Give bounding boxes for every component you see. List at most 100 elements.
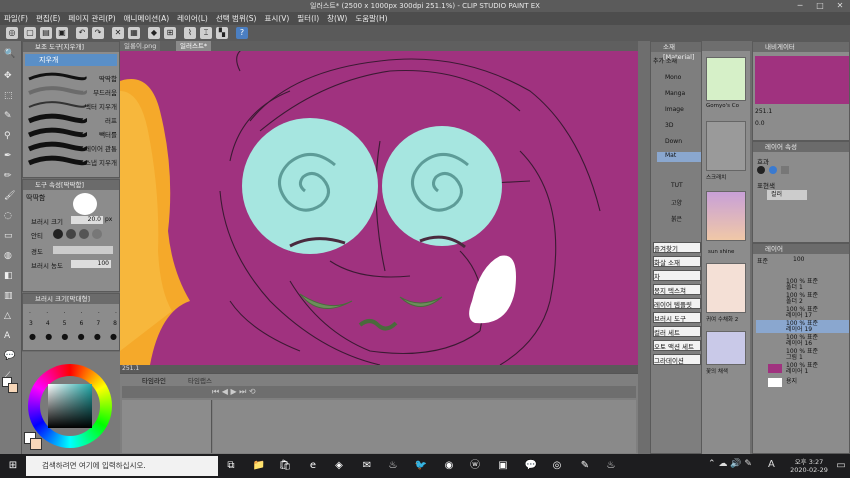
brush-item[interactable]: 러프 [25, 112, 119, 126]
tab-timeline[interactable]: 타임라인 [142, 375, 166, 385]
new-file-icon[interactable]: ▢ [24, 27, 36, 39]
taskbar-time[interactable]: 오후 3:27 [784, 456, 834, 466]
canvas[interactable] [120, 51, 638, 365]
menu-help[interactable]: 도움말(H) [351, 12, 391, 25]
mail-icon[interactable]: ✉ [358, 457, 376, 475]
file-explorer-icon[interactable]: 📁 [250, 457, 268, 475]
sub-color-swatch-small[interactable] [8, 383, 18, 393]
zoom-tool-icon[interactable]: 🔍 [4, 49, 18, 61]
steam-icon-2[interactable]: ♨ [602, 457, 620, 475]
brush-size-values[interactable]: 345678 [29, 320, 117, 328]
sub-color-swatch[interactable] [30, 438, 42, 450]
material-thumb[interactable] [706, 57, 746, 101]
brush-item[interactable]: 벡터 지우개 [25, 98, 119, 112]
fill-tool-icon[interactable]: ◧ [4, 271, 18, 283]
material-thumb[interactable] [706, 191, 746, 241]
navigator-angle[interactable]: 0.0 [755, 120, 849, 128]
airbrush-tool-icon[interactable]: ◌ [4, 211, 18, 223]
layer-row[interactable]: 100 % 표준 그림 1 [756, 348, 849, 361]
brush-item[interactable]: 딱딱함 [25, 70, 119, 84]
ime-indicator[interactable]: A [768, 459, 775, 470]
material-tree-item[interactable]: 3D [665, 122, 673, 129]
saturation-value-square[interactable] [48, 384, 92, 428]
blend-mode-select[interactable]: 표준 [757, 256, 787, 265]
text-tool-icon[interactable]: A [4, 331, 18, 343]
material-tree-item[interactable]: Mono [665, 74, 681, 81]
material-thumb[interactable] [706, 331, 746, 365]
notification-icon[interactable]: ▭ [834, 457, 848, 475]
tab-timelapse[interactable]: 타임랩스 [188, 375, 212, 385]
close-button[interactable]: ✕ [830, 0, 850, 12]
menu-selection[interactable]: 선택 범위(S) [212, 12, 261, 25]
menu-layer[interactable]: 레이어(L) [173, 12, 212, 25]
clip-studio-icon[interactable]: ◎ [548, 457, 566, 475]
store-icon[interactable]: 🛍 [276, 457, 294, 475]
open-icon[interactable]: ▤ [40, 27, 52, 39]
brush-item[interactable]: 빽터를 [25, 126, 119, 140]
expression-color-select[interactable]: 컬러 [767, 190, 807, 200]
layer-row-selected[interactable]: 100 % 표준 레이어 19 [756, 320, 849, 333]
navigator-preview[interactable] [755, 56, 849, 104]
antialias-options[interactable] [53, 229, 113, 239]
layer-row[interactable]: 100 % 표준 레이어 1 [756, 362, 849, 375]
grid-icon[interactable]: ▚ [216, 27, 228, 39]
menu-file[interactable]: 파일(F) [0, 12, 32, 25]
menu-page[interactable]: 페이지 관리(P) [64, 12, 119, 25]
brush-size-slider[interactable]: 20.0 [71, 216, 103, 224]
app-icon-2[interactable]: ▣ [494, 457, 512, 475]
task-view-icon[interactable]: ⧉ [222, 457, 240, 475]
taskbar-date[interactable]: 2020-02-29 [784, 466, 834, 474]
menu-window[interactable]: 창(W) [323, 12, 351, 25]
eraser-tool-icon[interactable]: ▭ [4, 231, 18, 243]
app-icon[interactable]: ◈ [330, 457, 348, 475]
taskbar-search-box[interactable]: 검색하려면 여기에 입력하십시오. [26, 456, 218, 476]
save-icon[interactable]: ▣ [56, 27, 68, 39]
timeline-controls[interactable]: ⏮ ◀ ▶ ⏭ ⟲ [212, 387, 256, 397]
brush-item[interactable]: 스냅 지우개 [25, 154, 119, 168]
snap-icon[interactable]: ⌇ [184, 27, 196, 39]
material-tree-item[interactable]: Manga [665, 90, 685, 97]
pen-tool-icon[interactable]: ✒ [4, 151, 18, 163]
twitter-icon[interactable]: 🐦 [412, 457, 430, 475]
material-tree-item[interactable]: 추가 소재 [653, 56, 701, 68]
category-button[interactable]: 그라데이션 [653, 354, 701, 365]
select-tool-icon[interactable]: ⬚ [4, 91, 18, 103]
category-button[interactable]: 오토 액션 세트 [653, 340, 701, 351]
chrome-icon[interactable]: ◉ [440, 457, 458, 475]
category-button[interactable]: 차 [653, 270, 701, 281]
navigator-zoom[interactable]: 251.1 [755, 108, 849, 116]
minimize-button[interactable]: ─ [790, 0, 810, 12]
tab-image[interactable]: 일롱이.png [120, 41, 161, 51]
web-icon[interactable]: ⓦ [466, 457, 484, 475]
material-tree-item[interactable]: 붉은 [671, 214, 682, 223]
material-thumb[interactable] [706, 121, 746, 171]
menu-edit[interactable]: 편집(E) [32, 12, 64, 25]
category-button[interactable]: 화살 소재 [653, 256, 701, 267]
help-icon[interactable]: ? [236, 27, 248, 39]
pencil-tool-icon[interactable]: ✏ [4, 171, 18, 183]
brush-size-dots-row-2[interactable]: ● ● ● ● ● ● [29, 332, 117, 342]
material-tree-item[interactable]: Down [665, 138, 682, 145]
active-tool-label[interactable]: 지우개 [25, 54, 117, 66]
deselect-icon[interactable]: ▦ [128, 27, 140, 39]
balloon-tool-icon[interactable]: 💬 [4, 351, 18, 363]
clear-icon[interactable]: ✕ [112, 27, 124, 39]
zoom-readout[interactable]: 251.1 [120, 365, 139, 372]
blend-tool-icon[interactable]: ◍ [4, 251, 18, 263]
windows-start-icon[interactable]: ⊞ [4, 457, 22, 475]
material-thumb[interactable] [706, 263, 746, 313]
ruler-icon[interactable]: ⌶ [200, 27, 212, 39]
category-button[interactable]: 컬러 세트 [653, 326, 701, 337]
layer-row[interactable]: 용지 [756, 376, 849, 389]
menu-animation[interactable]: 애니메이션(A) [120, 12, 173, 25]
category-button[interactable]: 브러시 도구 [653, 312, 701, 323]
brush-item[interactable]: 부드러움 [25, 84, 119, 98]
brush-density-slider[interactable]: 100 [71, 260, 111, 268]
steam-icon[interactable]: ♨ [384, 457, 402, 475]
layer-row[interactable]: 100 % 표준 폴더 1 [756, 278, 849, 291]
category-button[interactable]: 레이어 템플릿 [653, 298, 701, 309]
category-button[interactable]: 즐겨찾기 [653, 242, 701, 253]
hardness-slider[interactable] [53, 246, 113, 254]
layer-row[interactable]: 100 % 표준 레이어 17 [756, 306, 849, 319]
opacity-field[interactable]: 100 [793, 256, 833, 264]
